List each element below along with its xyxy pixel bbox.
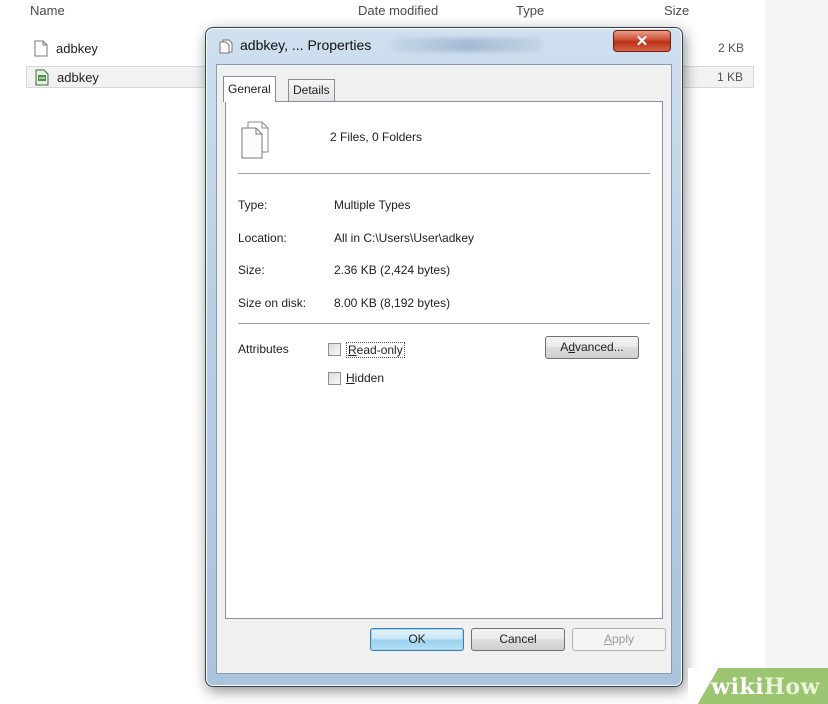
divider xyxy=(238,173,650,175)
selection-summary: 2 Files, 0 Folders xyxy=(330,130,423,144)
file-size: 2 KB xyxy=(717,41,744,55)
file-name: adbkey xyxy=(57,70,99,85)
dialog-title: adbkey, ... Properties xyxy=(240,37,372,53)
document-icon xyxy=(34,40,48,57)
explorer-right-edge xyxy=(765,0,828,704)
general-tab-panel: 2 Files, 0 Folders Type: Multiple Types … xyxy=(225,101,663,619)
size-on-disk-value: 8.00 KB (8,192 bytes) xyxy=(334,296,451,310)
readonly-accel: R xyxy=(348,343,357,357)
ok-button[interactable]: OK xyxy=(370,628,464,651)
close-button[interactable]: ✕ xyxy=(613,30,671,52)
attributes-label: Attributes xyxy=(238,342,289,356)
apply-accel: A xyxy=(603,632,612,646)
type-label: Type: xyxy=(238,198,268,212)
hidden-label[interactable]: Hidden xyxy=(346,371,384,385)
cancel-label: Cancel xyxy=(499,632,537,646)
multiple-files-icon xyxy=(241,121,269,159)
column-header-size[interactable]: Size xyxy=(664,0,754,24)
column-header-date[interactable]: Date modified xyxy=(358,0,498,24)
script-file-icon xyxy=(35,69,49,86)
advanced-text-post: vanced... xyxy=(575,340,624,354)
column-date-label: Date modified xyxy=(358,3,439,18)
wikihow-how: How xyxy=(764,674,820,700)
ok-label: OK xyxy=(408,632,426,646)
hidden-checkbox[interactable] xyxy=(328,372,341,385)
wikihow-logo: wikiHow xyxy=(711,674,820,700)
close-icon: ✕ xyxy=(635,33,649,50)
dialog-titlebar[interactable]: adbkey, ... Properties ✕ xyxy=(206,28,682,62)
column-header-type[interactable]: Type xyxy=(516,0,636,24)
file-name: adbkey xyxy=(56,41,98,56)
readonly-checkbox[interactable] xyxy=(328,343,341,356)
files-icon xyxy=(219,39,233,54)
column-name-label: Name xyxy=(30,3,65,18)
properties-dialog: adbkey, ... Properties ✕ General Details… xyxy=(205,27,683,687)
readonly-label[interactable]: Read-only xyxy=(346,342,405,358)
column-header-name[interactable]: Name xyxy=(30,0,330,24)
readonly-text: ead-only xyxy=(356,343,403,357)
tab-general-label: General xyxy=(228,82,271,96)
cancel-button[interactable]: Cancel xyxy=(471,628,565,651)
size-on-disk-label: Size on disk: xyxy=(238,296,307,310)
type-value: Multiple Types xyxy=(334,198,411,212)
dialog-client-area: General Details 2 Files, 0 Folders Type:… xyxy=(216,64,672,674)
size-label: Size: xyxy=(238,263,265,277)
wikihow-watermark: wikiHow xyxy=(688,668,828,704)
tab-details-label: Details xyxy=(293,83,330,97)
hidden-accel: H xyxy=(346,371,355,385)
location-value: All in C:\Users\User\adkey xyxy=(334,231,475,245)
tab-details[interactable]: Details xyxy=(288,79,335,101)
advanced-button[interactable]: Advanced... xyxy=(545,336,639,359)
hidden-text: idden xyxy=(354,371,385,385)
size-value: 2.36 KB (2,424 bytes) xyxy=(334,263,451,277)
column-type-label: Type xyxy=(516,3,545,18)
apply-text: pply xyxy=(612,632,635,646)
tab-general[interactable]: General xyxy=(223,76,276,102)
location-label: Location: xyxy=(238,231,287,245)
column-size-label: Size xyxy=(664,3,690,18)
divider xyxy=(238,323,650,325)
apply-button[interactable]: Apply xyxy=(572,628,666,651)
advanced-accel: d xyxy=(568,340,575,354)
title-glass-blur xyxy=(392,38,542,52)
file-size: 1 KB xyxy=(716,70,743,84)
wikihow-wiki: wiki xyxy=(711,674,765,700)
